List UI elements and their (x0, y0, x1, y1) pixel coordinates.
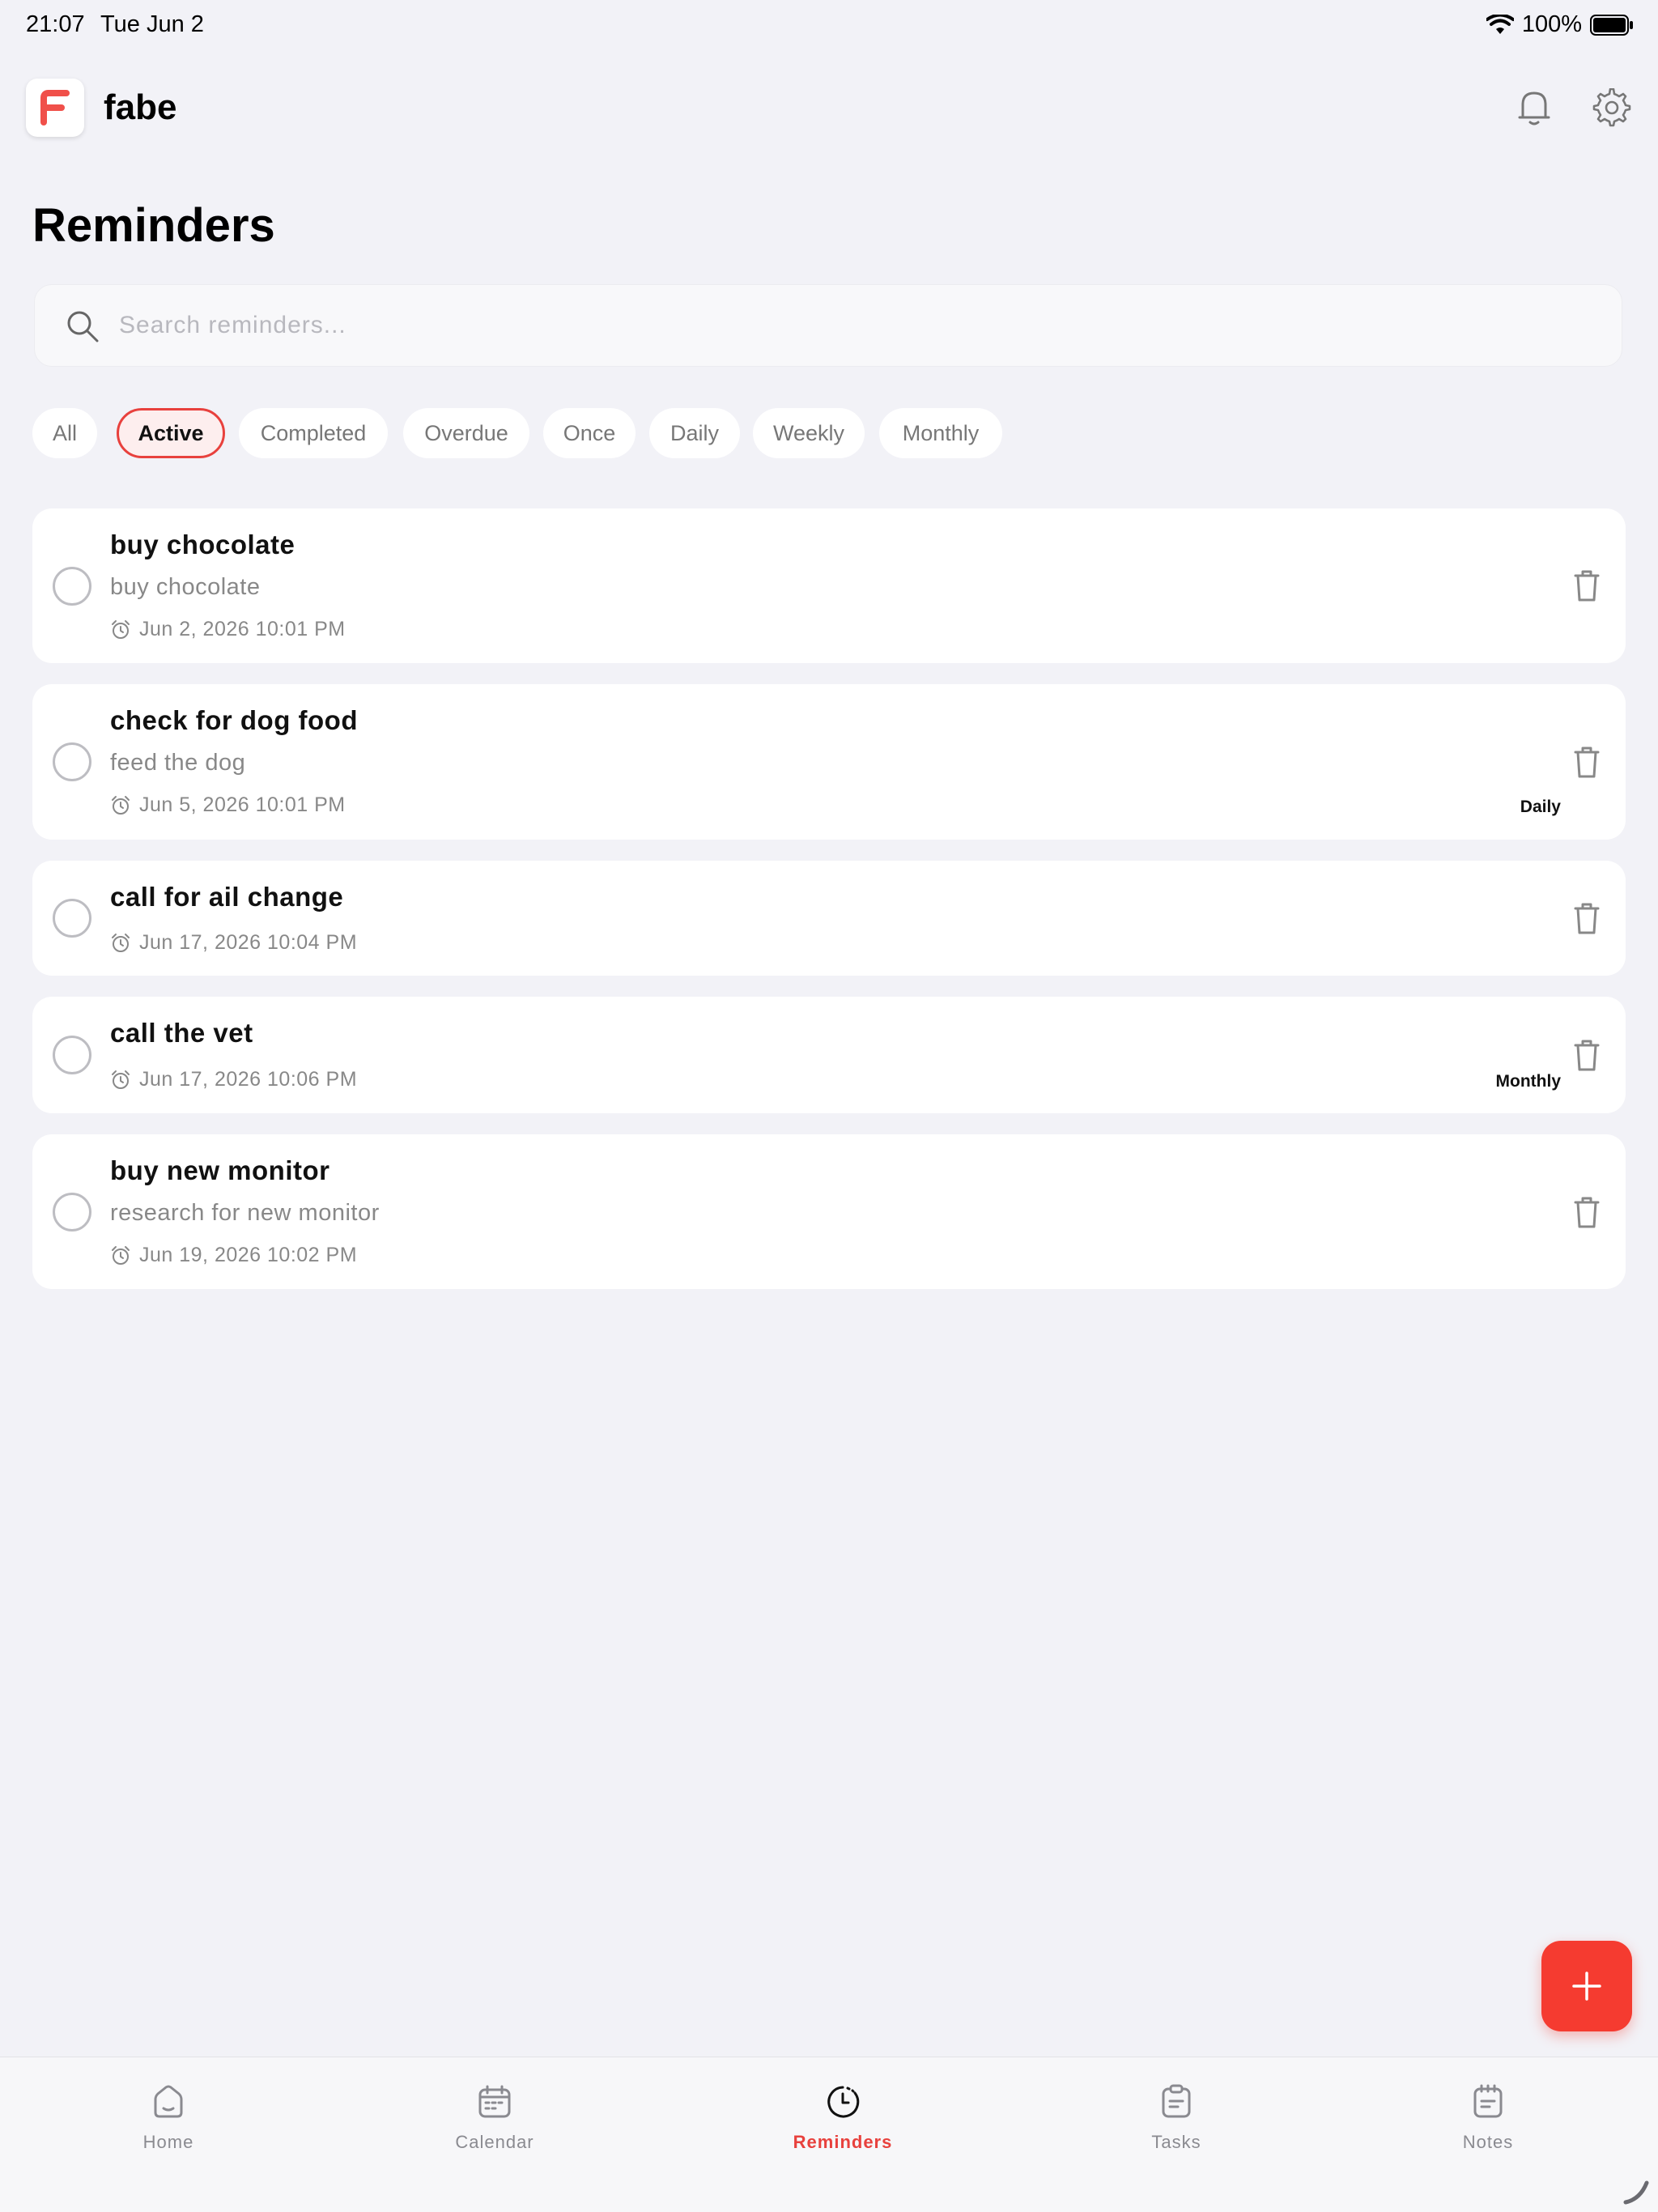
reminder-title: call the vet (110, 1018, 253, 1048)
app-name: fabe (104, 87, 177, 127)
delete-reminder-button[interactable] (1571, 1037, 1603, 1073)
settings-button[interactable] (1592, 87, 1632, 128)
delete-reminder-button[interactable] (1571, 744, 1603, 780)
notepad-icon (1473, 2084, 1503, 2118)
filter-chip-all[interactable]: All (32, 408, 97, 458)
filter-chip-once[interactable]: Once (543, 408, 636, 458)
reminder-card[interactable]: check for dog food feed the dog Jun 5, 2… (32, 684, 1626, 840)
reminder-title: buy chocolate (110, 530, 295, 559)
bell-icon (1518, 91, 1550, 125)
reminder-title: check for dog food (110, 705, 358, 735)
reminder-datetime-text: Jun 17, 2026 10:06 PM (139, 1068, 358, 1091)
battery-icon (1590, 14, 1633, 36)
filter-chip-label: Weekly (772, 420, 845, 445)
reminder-datetime-text: Jun 19, 2026 10:02 PM (139, 1244, 358, 1266)
notifications-button[interactable] (1514, 87, 1554, 128)
filter-chip-active[interactable]: Active (117, 408, 225, 458)
reminder-card[interactable]: buy new monitor research for new monitor… (32, 1134, 1626, 1289)
status-bar: 21:07 Tue Jun 2 100% (0, 0, 1658, 52)
tab-label: Notes (1462, 2132, 1514, 2152)
filter-chip-label: Active (138, 420, 204, 445)
alarm-clock-icon (112, 1245, 130, 1265)
tab-label: Calendar (455, 2132, 534, 2152)
gear-icon (1592, 88, 1631, 127)
filter-chip-monthly[interactable]: Monthly (879, 408, 1002, 458)
complete-checkbox[interactable] (53, 742, 91, 781)
fabe-logo-icon (40, 90, 70, 125)
delete-reminder-button[interactable] (1571, 568, 1603, 603)
tab-tasks[interactable]: Tasks (1095, 2082, 1257, 2153)
reminder-datetime: Jun 2, 2026 10:01 PM (110, 618, 346, 641)
app-screen: 21:07 Tue Jun 2 100% fabe Reminders Sear… (0, 0, 1658, 2212)
search-bar[interactable] (34, 284, 1622, 367)
add-reminder-button[interactable] (1541, 1941, 1632, 2031)
search-icon (67, 311, 99, 342)
reminder-title: buy new monitor (110, 1155, 330, 1185)
filter-chip-label: All (52, 420, 77, 445)
filter-chip-label: Monthly (902, 420, 980, 445)
filter-chip-daily[interactable]: Daily (649, 408, 740, 458)
alarm-clock-icon (112, 619, 130, 639)
alarm-clock-icon (112, 1070, 130, 1089)
filter-chip-label: Overdue (424, 420, 508, 445)
complete-checkbox[interactable] (53, 1036, 91, 1074)
status-indicators: 100% (1486, 11, 1634, 38)
alarm-clock-icon (112, 795, 130, 815)
wifi-icon (1486, 14, 1514, 34)
reminder-datetime-text: Jun 17, 2026 10:04 PM (139, 931, 358, 954)
reminder-datetime: Jun 5, 2026 10:01 PM (110, 793, 346, 817)
clock-icon (827, 2086, 860, 2118)
complete-checkbox[interactable] (53, 899, 91, 938)
clipboard-icon (1162, 2084, 1191, 2118)
filter-chip-label: Completed (260, 420, 367, 445)
reminder-datetime: Jun 19, 2026 10:02 PM (110, 1244, 357, 1267)
tab-reminders[interactable]: Reminders (762, 2082, 924, 2153)
reminder-datetime-text: Jun 2, 2026 10:01 PM (139, 618, 346, 640)
reminder-description: buy chocolate (110, 574, 261, 600)
tab-label: Home (142, 2132, 194, 2152)
status-date: Tue Jun 2 (100, 11, 204, 37)
search-input[interactable] (119, 285, 1576, 366)
page-title: Reminders (32, 199, 275, 252)
app-logo (26, 79, 84, 137)
reminder-card[interactable]: buy chocolate buy chocolate Jun 2, 2026 … (32, 508, 1626, 663)
repeat-badge: Monthly (1495, 1072, 1561, 1091)
bottom-tab-bar: Home Calendar Reminders Tasks Notes (0, 2057, 1658, 2212)
battery-percentage: 100% (1521, 11, 1582, 37)
reminder-card[interactable]: call the vet Jun 17, 2026 10:06 PM Month… (32, 997, 1626, 1113)
delete-reminder-button[interactable] (1571, 900, 1603, 936)
reminder-description: research for new monitor (110, 1200, 380, 1226)
reminder-datetime: Jun 17, 2026 10:06 PM (110, 1068, 357, 1091)
tab-notes[interactable]: Notes (1407, 2082, 1569, 2153)
tab-label: Reminders (793, 2132, 893, 2152)
status-time: 21:07 (26, 11, 85, 37)
plus-icon (1572, 1972, 1601, 2001)
calendar-icon (478, 2085, 511, 2118)
filter-chip-overdue[interactable]: Overdue (403, 408, 529, 458)
reminder-description: feed the dog (110, 750, 246, 776)
resize-handle-icon (1623, 2180, 1649, 2205)
tab-calendar[interactable]: Calendar (414, 2082, 576, 2153)
complete-checkbox[interactable] (53, 1193, 91, 1231)
tab-label: Tasks (1151, 2132, 1201, 2152)
filter-chip-weekly[interactable]: Weekly (753, 408, 865, 458)
filter-chip-completed[interactable]: Completed (239, 408, 388, 458)
reminder-datetime-text: Jun 5, 2026 10:01 PM (139, 793, 346, 816)
reminder-datetime: Jun 17, 2026 10:04 PM (110, 931, 357, 955)
reminder-card[interactable]: call for ail change Jun 17, 2026 10:04 P… (32, 861, 1626, 976)
alarm-clock-icon (112, 933, 130, 952)
filter-chip-label: Daily (670, 420, 719, 445)
home-icon (154, 2085, 183, 2118)
filter-chip-label: Once (563, 420, 616, 445)
complete-checkbox[interactable] (53, 567, 91, 606)
reminder-title: call for ail change (110, 882, 344, 912)
tab-home[interactable]: Home (87, 2082, 249, 2153)
repeat-badge: Daily (1520, 798, 1561, 816)
delete-reminder-button[interactable] (1571, 1194, 1603, 1230)
